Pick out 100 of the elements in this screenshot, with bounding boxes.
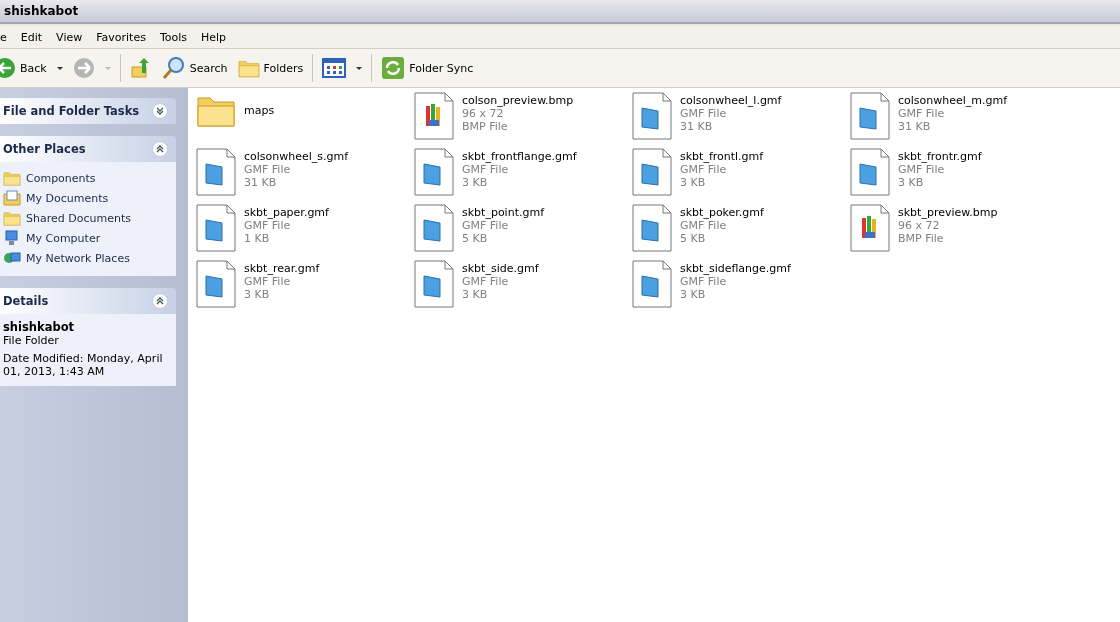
menu-item[interactable]: View bbox=[49, 30, 90, 44]
menu-item[interactable]: Edit bbox=[13, 30, 50, 44]
document-icon bbox=[196, 148, 236, 196]
file-info: 3 KB bbox=[244, 288, 271, 301]
document-icon bbox=[196, 204, 236, 252]
file-info: GMF File bbox=[462, 163, 510, 176]
file-info: 3 KB bbox=[898, 176, 925, 189]
file-name: skbt_poker.gmf bbox=[680, 206, 764, 219]
menu-item[interactable]: Favorites bbox=[89, 30, 153, 44]
documents-folder-icon bbox=[3, 190, 21, 206]
file-item[interactable]: colsonwheel_l.gmf GMF File 31 KB bbox=[632, 92, 850, 148]
file-name: colson_preview.bmp bbox=[462, 94, 574, 107]
file-item[interactable]: skbt_frontr.gmf GMF File 3 KB bbox=[850, 148, 1068, 204]
window-title: shishkabot bbox=[4, 4, 79, 18]
document-icon bbox=[850, 148, 890, 196]
file-info: GMF File bbox=[462, 275, 510, 288]
file-info: GMF File bbox=[244, 219, 292, 232]
file-item[interactable]: skbt_side.gmf GMF File 3 KB bbox=[414, 260, 632, 316]
file-item[interactable]: skbt_sideflange.gmf GMF File 3 KB bbox=[632, 260, 850, 316]
menu-item[interactable]: Tools bbox=[152, 30, 194, 44]
document-icon bbox=[414, 260, 454, 308]
panel-header[interactable]: Details bbox=[0, 288, 176, 314]
file-info: GMF File bbox=[898, 107, 946, 120]
panel-header[interactable]: Other Places bbox=[0, 136, 176, 162]
folder-icon bbox=[237, 58, 260, 78]
search-icon bbox=[161, 56, 186, 80]
file-item[interactable]: skbt_frontl.gmf GMF File 3 KB bbox=[632, 148, 850, 204]
document-icon bbox=[632, 204, 672, 252]
file-info: GMF File bbox=[244, 163, 292, 176]
file-item[interactable]: colson_preview.bmp 96 x 72 BMP File bbox=[414, 92, 632, 148]
menu-item[interactable]: e bbox=[0, 30, 14, 44]
place-link[interactable]: My Computer bbox=[3, 228, 173, 248]
folder-sync-button[interactable]: Folder Sync bbox=[378, 52, 477, 84]
file-name: skbt_frontr.gmf bbox=[898, 150, 982, 163]
file-item[interactable]: maps bbox=[196, 92, 414, 148]
file-name: skbt_paper.gmf bbox=[244, 206, 329, 219]
file-name: maps bbox=[244, 104, 275, 117]
file-item[interactable]: colsonwheel_m.gmf GMF File 31 KB bbox=[850, 92, 1068, 148]
document-icon bbox=[632, 92, 672, 140]
file-info: GMF File bbox=[462, 219, 510, 232]
panel-title: Details bbox=[3, 294, 49, 308]
file-name: skbt_preview.bmp bbox=[898, 206, 998, 219]
detail-name: shishkabot bbox=[3, 320, 76, 334]
folder-up-arrow-icon bbox=[129, 57, 152, 79]
collapse-chevron-icon[interactable] bbox=[152, 141, 168, 157]
file-info: GMF File bbox=[244, 275, 292, 288]
file-name: skbt_sideflange.gmf bbox=[680, 262, 791, 275]
file-info: GMF File bbox=[680, 107, 728, 120]
folders-button[interactable]: Folders bbox=[234, 52, 307, 84]
file-name: skbt_frontl.gmf bbox=[680, 150, 764, 163]
file-info: 31 KB bbox=[898, 120, 932, 133]
sync-icon bbox=[381, 56, 406, 80]
file-info: GMF File bbox=[680, 163, 728, 176]
document-icon bbox=[414, 204, 454, 252]
file-name: skbt_side.gmf bbox=[462, 262, 539, 275]
file-info: 5 KB bbox=[462, 232, 489, 245]
file-info: 3 KB bbox=[680, 288, 707, 301]
file-item[interactable]: skbt_paper.gmf GMF File 1 KB bbox=[196, 204, 414, 260]
file-info: BMP File bbox=[462, 120, 509, 133]
file-item[interactable]: skbt_frontflange.gmf GMF File 3 KB bbox=[414, 148, 632, 204]
file-item[interactable]: skbt_preview.bmp 96 x 72 BMP File bbox=[850, 204, 1068, 260]
panel-title: Other Places bbox=[3, 142, 86, 156]
document-icon bbox=[632, 148, 672, 196]
collapse-chevron-icon[interactable] bbox=[152, 293, 168, 309]
file-info: GMF File bbox=[680, 275, 728, 288]
place-link[interactable]: My Documents bbox=[3, 188, 173, 208]
file-item[interactable]: skbt_point.gmf GMF File 5 KB bbox=[414, 204, 632, 260]
caret-icon bbox=[104, 66, 111, 70]
file-item[interactable]: skbt_poker.gmf GMF File 5 KB bbox=[632, 204, 850, 260]
file-info: 96 x 72 bbox=[462, 107, 505, 120]
document-icon bbox=[850, 92, 890, 140]
file-name: skbt_frontflange.gmf bbox=[462, 150, 577, 163]
file-info: GMF File bbox=[898, 163, 946, 176]
file-info: 96 x 72 bbox=[898, 219, 941, 232]
document-icon bbox=[196, 260, 236, 308]
file-info: 31 KB bbox=[244, 176, 278, 189]
network-globe-icon bbox=[3, 250, 21, 266]
search-button[interactable]: Search bbox=[158, 52, 231, 84]
file-name: skbt_rear.gmf bbox=[244, 262, 320, 275]
folder-icon bbox=[3, 170, 21, 186]
back-button[interactable]: Back bbox=[0, 52, 66, 84]
image-document-icon bbox=[414, 92, 454, 140]
place-link[interactable]: Components bbox=[3, 168, 173, 188]
folder-icon bbox=[3, 210, 21, 226]
menu-item[interactable]: Help bbox=[194, 30, 234, 44]
file-item[interactable]: skbt_rear.gmf GMF File 3 KB bbox=[196, 260, 414, 316]
detail-date: Date Modified: Monday, April 01, 2013, 1:43 AM bbox=[3, 352, 164, 378]
place-link[interactable]: My Network Places bbox=[3, 248, 173, 268]
file-item[interactable]: colsonwheel_s.gmf GMF File 31 KB bbox=[196, 148, 414, 204]
place-link[interactable]: Shared Documents bbox=[3, 208, 173, 228]
expand-chevron-icon[interactable] bbox=[152, 103, 168, 119]
file-name: colsonwheel_l.gmf bbox=[680, 94, 782, 107]
file-name: colsonwheel_m.gmf bbox=[898, 94, 1008, 107]
panel-title: File and Folder Tasks bbox=[3, 104, 140, 118]
document-icon bbox=[632, 260, 672, 308]
file-info: 31 KB bbox=[680, 120, 714, 133]
file-info: 1 KB bbox=[244, 232, 271, 245]
panel-header[interactable]: File and Folder Tasks bbox=[0, 98, 176, 124]
file-name: colsonwheel_s.gmf bbox=[244, 150, 349, 163]
document-icon bbox=[414, 148, 454, 196]
